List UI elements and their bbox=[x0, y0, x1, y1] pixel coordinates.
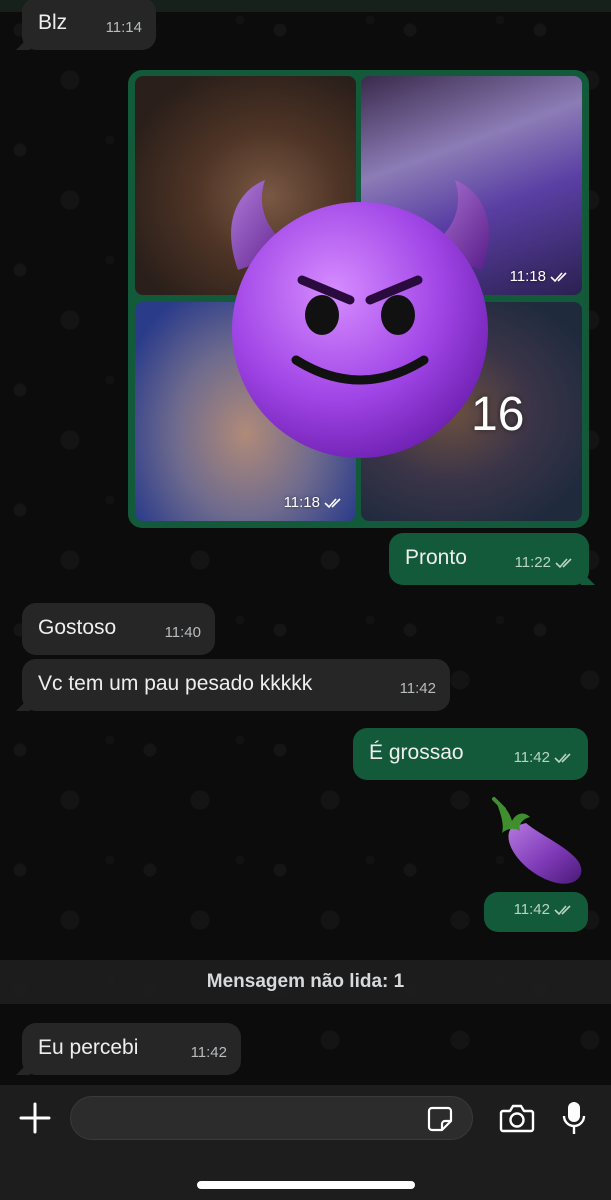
read-ticks-icon bbox=[554, 905, 571, 916]
message-time: 11:42 bbox=[513, 901, 550, 918]
plus-icon[interactable] bbox=[18, 1101, 52, 1135]
read-ticks-icon bbox=[550, 271, 567, 282]
camera-icon[interactable] bbox=[499, 1103, 535, 1133]
message-meta: 11:14 bbox=[106, 15, 142, 41]
message-outgoing-meta[interactable]: 11:42 bbox=[484, 892, 588, 932]
message-meta: 11:18 bbox=[510, 268, 570, 285]
message-incoming[interactable]: Vc tem um pau pesado kkkkk 11:42 bbox=[22, 659, 450, 711]
message-incoming[interactable]: Gostoso 11:40 bbox=[22, 603, 215, 655]
message-outgoing[interactable]: Pronto 11:22 bbox=[389, 533, 589, 585]
message-meta: 11:42 bbox=[191, 1040, 227, 1066]
message-time: 11:18 bbox=[283, 494, 320, 511]
message-meta: 11:40 bbox=[165, 620, 201, 646]
message-time: 11:40 bbox=[164, 624, 201, 641]
message-time: 11:22 bbox=[514, 554, 551, 571]
message-input[interactable] bbox=[70, 1096, 473, 1140]
message-text: Eu percebi bbox=[38, 1036, 139, 1059]
message-meta: 11:42 bbox=[514, 745, 574, 771]
message-text: Vc tem um pau pesado kkkkk bbox=[38, 672, 313, 695]
message-time: 11:42 bbox=[399, 680, 436, 697]
message-outgoing[interactable]: É grossao 11:42 bbox=[353, 728, 588, 780]
message-time: 11:42 bbox=[513, 749, 550, 766]
smiling-devil-icon bbox=[231, 180, 489, 458]
eggplant-icon[interactable] bbox=[490, 795, 590, 887]
message-text: Pronto bbox=[405, 546, 467, 569]
read-ticks-icon bbox=[554, 753, 571, 764]
message-meta: 11:22 bbox=[515, 550, 575, 576]
message-time: 11:42 bbox=[190, 1044, 227, 1061]
message-incoming[interactable]: Blz 11:14 bbox=[22, 0, 156, 50]
unread-messages-banner: Mensagem não lida: 1 bbox=[0, 960, 611, 1004]
message-text: Blz bbox=[38, 11, 68, 34]
message-meta: 11:42 bbox=[514, 897, 574, 923]
message-text: Gostoso bbox=[38, 616, 117, 639]
mic-icon[interactable] bbox=[562, 1100, 586, 1136]
message-time: 11:18 bbox=[509, 268, 546, 285]
message-time: 11:14 bbox=[105, 19, 142, 36]
message-meta: 11:18 bbox=[284, 494, 344, 511]
read-ticks-icon bbox=[324, 497, 341, 508]
message-text: É grossao bbox=[369, 741, 464, 764]
home-indicator bbox=[197, 1181, 415, 1189]
message-meta: 11:42 bbox=[400, 676, 436, 702]
sticker-icon[interactable] bbox=[427, 1106, 453, 1132]
read-ticks-icon bbox=[555, 558, 572, 569]
message-incoming[interactable]: Eu percebi 11:42 bbox=[22, 1023, 241, 1075]
